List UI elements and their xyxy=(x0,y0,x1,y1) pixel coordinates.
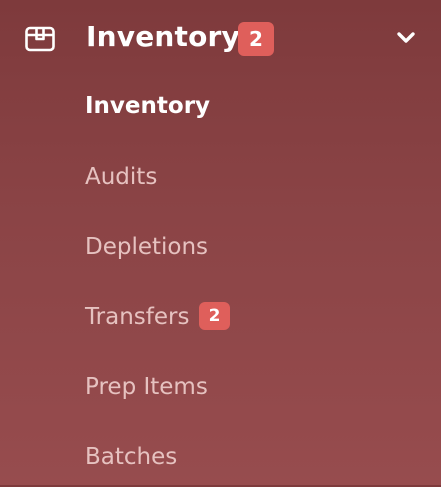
section-title: Inventory xyxy=(86,20,241,53)
sidebar-inventory-section: Inventory 2 Inventory Audits Depletions … xyxy=(0,0,441,485)
sidebar-item-label: Batches xyxy=(85,444,178,470)
inventory-section-header[interactable]: Inventory 2 xyxy=(0,0,441,76)
sidebar-item-transfers[interactable]: Transfers 2 xyxy=(0,287,441,347)
sidebar-item-label: Transfers xyxy=(85,304,190,330)
sidebar-item-depletions[interactable]: Depletions xyxy=(0,217,441,277)
sidebar-item-label: Inventory xyxy=(85,93,211,119)
section-count-badge: 2 xyxy=(238,22,274,56)
sidebar-item-audits[interactable]: Audits xyxy=(0,147,441,207)
sidebar-item-batches[interactable]: Batches xyxy=(0,427,441,487)
chevron-down-icon[interactable] xyxy=(395,27,417,49)
sidebar-item-prep-items[interactable]: Prep Items xyxy=(0,357,441,417)
transfers-count-badge: 2 xyxy=(199,302,230,330)
box-icon xyxy=(25,26,55,52)
sidebar-item-label: Depletions xyxy=(85,234,209,260)
sidebar-item-label: Audits xyxy=(85,164,158,190)
sidebar-item-label: Prep Items xyxy=(85,374,208,400)
sidebar-item-inventory[interactable]: Inventory xyxy=(0,76,441,136)
